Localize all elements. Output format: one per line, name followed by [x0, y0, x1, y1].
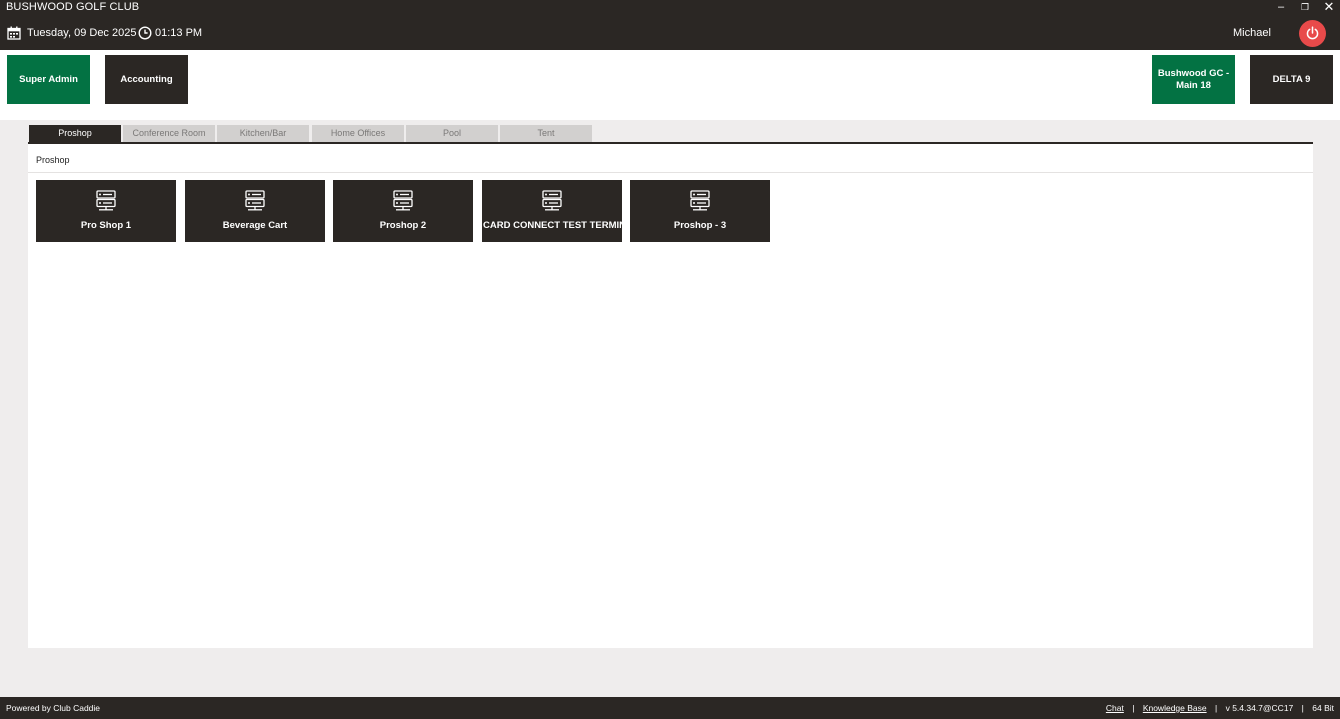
accounting-button[interactable]: Accounting: [105, 55, 188, 104]
footer-separator: |: [1132, 703, 1135, 713]
terminal-tile[interactable]: CARD CONNECT TEST TERMINAL: [482, 180, 622, 242]
bit-text: 64 Bit: [1312, 703, 1334, 713]
location-label-line2: Main 18: [1176, 79, 1211, 91]
footer-separator: |: [1301, 703, 1304, 713]
terminal-panel: Proshop Pro Shop 1 Beverage Cart Proshop…: [28, 144, 1313, 648]
title-bar: BUSHWOOD GOLF CLUB – ❐ ✕: [0, 0, 1340, 16]
clock-icon: [138, 26, 152, 40]
terminal-icon: [393, 190, 413, 211]
chat-link[interactable]: Chat: [1106, 703, 1124, 713]
tab-tent[interactable]: Tent: [500, 125, 592, 142]
header-bar: Tuesday, 09 Dec 2025 01:13 PM Michael: [0, 16, 1340, 50]
terminal-tile[interactable]: Pro Shop 1: [36, 180, 176, 242]
minimize-button[interactable]: –: [1270, 0, 1292, 16]
accounting-label: Accounting: [120, 73, 173, 85]
footer-links: Chat | Knowledge Base | v 5.4.34.7@CC17 …: [1106, 703, 1334, 713]
footer-bar: Powered by Club Caddie Chat | Knowledge …: [0, 697, 1340, 719]
terminal-label: Beverage Cart: [222, 220, 288, 231]
knowledge-base-link[interactable]: Knowledge Base: [1143, 703, 1207, 713]
terminal-tile[interactable]: Proshop - 3: [630, 180, 770, 242]
current-time: 01:13 PM: [155, 27, 203, 39]
tab-proshop[interactable]: Proshop: [29, 125, 121, 142]
logout-button[interactable]: [1299, 20, 1326, 47]
terminal-tile[interactable]: Proshop 2: [333, 180, 473, 242]
close-button[interactable]: ✕: [1318, 0, 1340, 16]
app-title: BUSHWOOD GOLF CLUB: [6, 1, 140, 13]
terminal-label: Proshop - 3: [673, 220, 727, 231]
super-admin-label: Super Admin: [19, 73, 78, 85]
tab-kitchen-bar[interactable]: Kitchen/Bar: [217, 125, 309, 142]
tab-conference-room[interactable]: Conference Room: [123, 125, 215, 142]
powered-by-text: Powered by Club Caddie: [6, 703, 101, 713]
terminal-label: CARD CONNECT TEST TERMINAL: [483, 220, 622, 231]
terminal-icon: [96, 190, 116, 211]
restore-button[interactable]: ❐: [1294, 0, 1316, 16]
terminal-icon: [542, 190, 562, 211]
panel-divider: [28, 172, 1313, 173]
super-admin-button[interactable]: Super Admin: [7, 55, 90, 104]
footer-separator: |: [1214, 703, 1218, 713]
terminal-icon: [245, 190, 265, 211]
terminal-icon: [690, 190, 710, 211]
user-name: Michael: [1233, 27, 1271, 39]
current-date: Tuesday, 09 Dec 2025: [27, 27, 137, 39]
tab-pool[interactable]: Pool: [406, 125, 498, 142]
location-label-line1: Bushwood GC -: [1157, 67, 1230, 79]
delta-label: DELTA 9: [1272, 73, 1311, 85]
panel-title: Proshop: [36, 155, 70, 165]
version-text: v 5.4.34.7@CC17: [1225, 703, 1294, 713]
role-bar: Super Admin Accounting Bushwood GC - Mai…: [0, 50, 1340, 120]
tab-home-offices[interactable]: Home Offices: [312, 125, 404, 142]
location-button[interactable]: Bushwood GC - Main 18: [1152, 55, 1235, 104]
power-icon: [1306, 26, 1319, 40]
calendar-icon: [7, 26, 21, 40]
terminal-label: Pro Shop 1: [80, 220, 132, 231]
delta-button[interactable]: DELTA 9: [1250, 55, 1333, 104]
terminal-tile[interactable]: Beverage Cart: [185, 180, 325, 242]
terminal-label: Proshop 2: [379, 220, 427, 231]
